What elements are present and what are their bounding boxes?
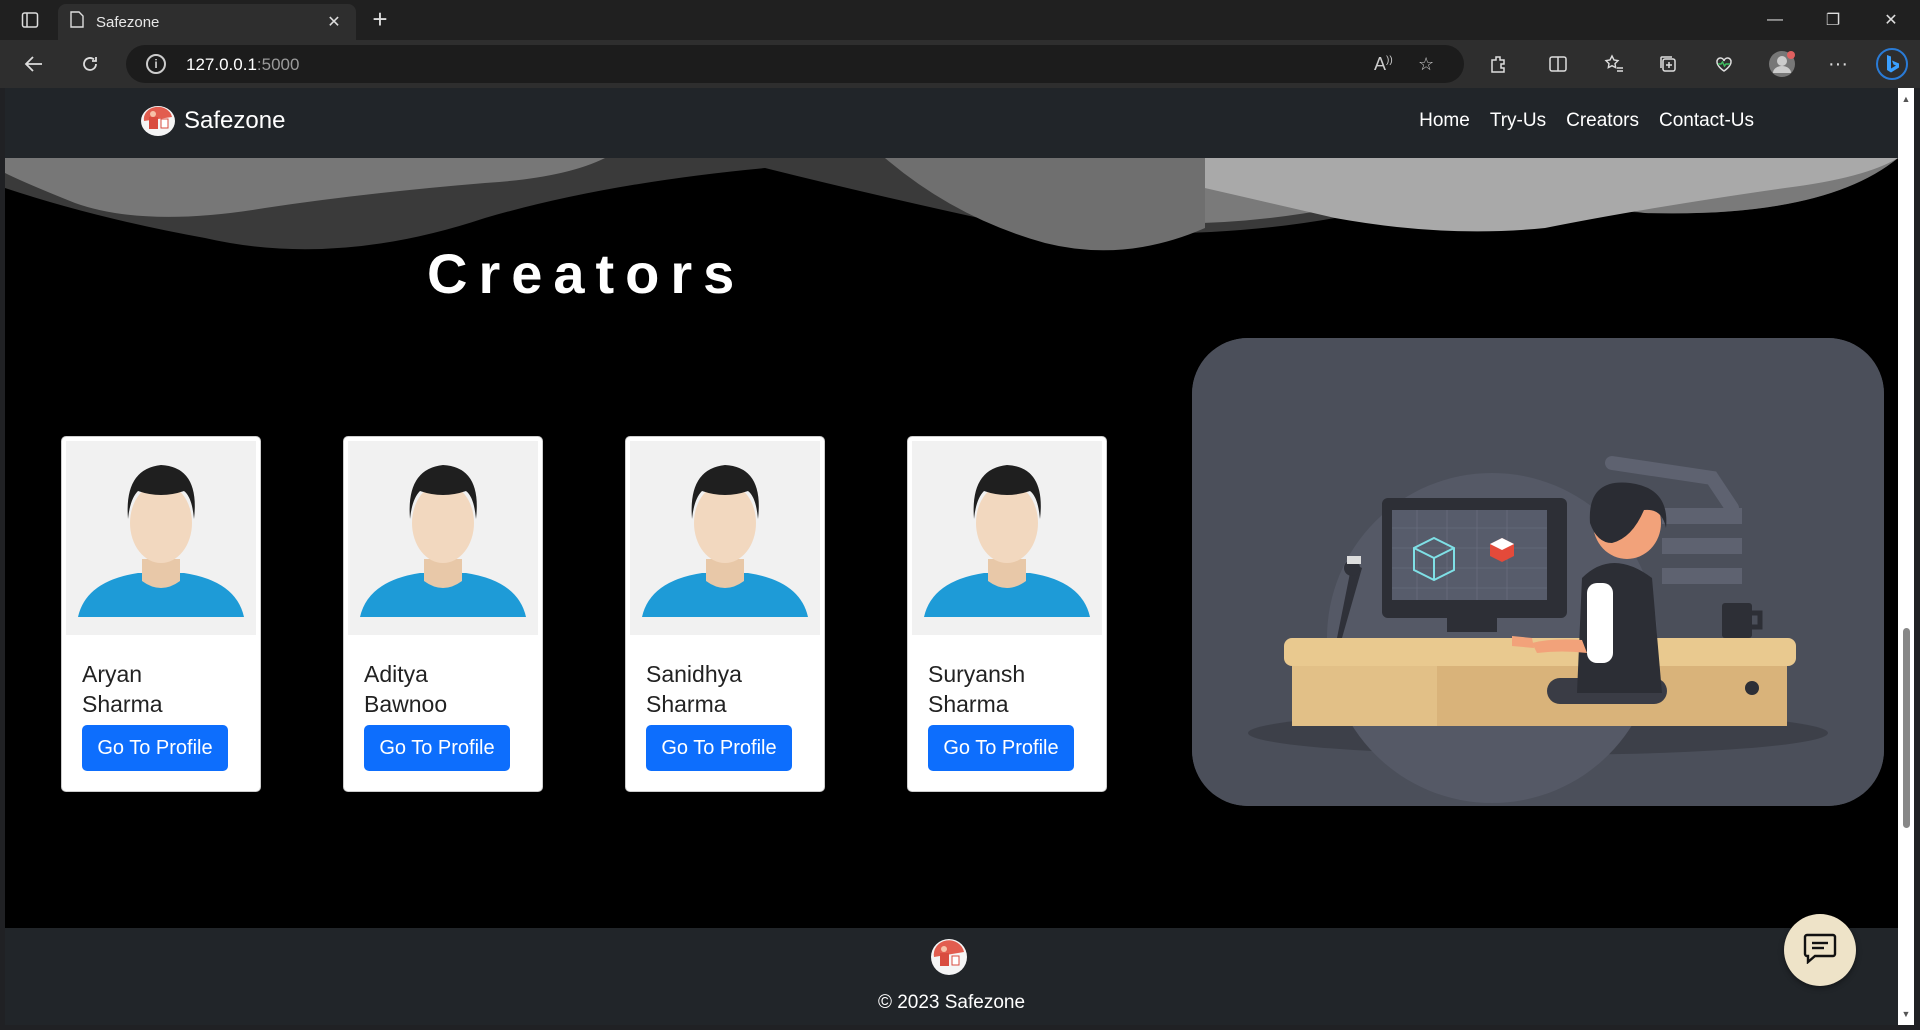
brand[interactable]: Safezone bbox=[140, 105, 285, 137]
close-window-button[interactable]: ✕ bbox=[1862, 0, 1920, 40]
creator-last-name: Sharma bbox=[646, 691, 727, 717]
collections-icon[interactable] bbox=[1652, 48, 1684, 80]
go-to-profile-button[interactable]: Go To Profile bbox=[82, 725, 228, 771]
nav-links: Home Try-Us Creators Contact-Us bbox=[1419, 110, 1754, 132]
creator-card: Aditya Bawnoo Go To Profile bbox=[343, 436, 543, 792]
favorites-icon[interactable] bbox=[1598, 48, 1630, 80]
creator-first-name: Aryan bbox=[82, 661, 143, 687]
brand-logo-icon bbox=[140, 105, 176, 137]
creator-card: Sanidhya Sharma Go To Profile bbox=[625, 436, 825, 792]
creator-last-name: Sharma bbox=[82, 691, 163, 717]
info-icon[interactable]: i bbox=[146, 54, 166, 74]
creator-first-name: Sanidhya bbox=[646, 661, 742, 687]
page-viewport: Safezone Home Try-Us Creators Contact-Us… bbox=[5, 88, 1898, 1025]
decorative-waves bbox=[5, 158, 1898, 251]
creator-first-name: Aditya bbox=[364, 661, 428, 687]
tab-title: Safezone bbox=[96, 13, 160, 31]
go-to-profile-button[interactable]: Go To Profile bbox=[364, 725, 510, 771]
star-icon[interactable]: ☆ bbox=[1418, 54, 1434, 75]
creator-card: Aryan Sharma Go To Profile bbox=[61, 436, 261, 792]
avatar bbox=[348, 441, 538, 635]
scroll-up-icon[interactable]: ▲ bbox=[1901, 94, 1911, 104]
creator-first-name: Suryansh bbox=[928, 661, 1026, 687]
close-icon[interactable]: ✕ bbox=[324, 12, 344, 32]
address-bar[interactable]: i 127.0.0.1:5000 A)) ☆ bbox=[126, 45, 1464, 83]
page-title: Creators bbox=[427, 242, 746, 305]
creator-name: Aditya Bawnoo bbox=[364, 659, 534, 719]
avatar bbox=[66, 441, 256, 635]
health-icon[interactable] bbox=[1708, 48, 1740, 80]
restore-button[interactable]: ❐ bbox=[1804, 0, 1862, 40]
creator-name: Aryan Sharma bbox=[82, 659, 252, 719]
creator-last-name: Sharma bbox=[928, 691, 1009, 717]
plus-icon[interactable]: + bbox=[366, 6, 394, 34]
developer-illustration bbox=[1192, 338, 1884, 806]
go-to-profile-button[interactable]: Go To Profile bbox=[646, 725, 792, 771]
refresh-icon[interactable] bbox=[74, 48, 106, 80]
avatar bbox=[912, 441, 1102, 635]
window-controls: — ❐ ✕ bbox=[1746, 0, 1920, 40]
brand-name: Safezone bbox=[184, 107, 286, 134]
footer-logo-icon bbox=[930, 938, 968, 976]
extensions-icon[interactable] bbox=[1482, 48, 1514, 80]
creator-card: Suryansh Sharma Go To Profile bbox=[907, 436, 1107, 792]
browser-toolbar: i 127.0.0.1:5000 A)) ☆ ··· bbox=[0, 40, 1920, 88]
url-host: 127.0.0.1 bbox=[186, 55, 257, 74]
scroll-thumb[interactable] bbox=[1903, 628, 1910, 828]
nav-link-home[interactable]: Home bbox=[1419, 110, 1470, 132]
avatar bbox=[630, 441, 820, 635]
bing-icon[interactable] bbox=[1876, 48, 1908, 80]
nav-link-creators[interactable]: Creators bbox=[1566, 110, 1639, 132]
split-icon[interactable] bbox=[1542, 48, 1574, 80]
more-icon[interactable]: ··· bbox=[1822, 48, 1854, 80]
site-navbar: Safezone Home Try-Us Creators Contact-Us bbox=[5, 88, 1898, 158]
creator-last-name: Bawnoo bbox=[364, 691, 448, 717]
page-scrollbar[interactable]: ▲ ▼ bbox=[1898, 88, 1914, 1025]
chat-icon bbox=[1803, 932, 1837, 969]
scroll-down-icon[interactable]: ▼ bbox=[1901, 1009, 1911, 1019]
sidebar-icon[interactable] bbox=[14, 8, 46, 32]
creator-name: Suryansh Sharma bbox=[928, 659, 1098, 719]
site-footer: © 2023 Safezone bbox=[5, 928, 1898, 1025]
url-text: 127.0.0.1:5000 bbox=[186, 55, 299, 75]
creator-name: Sanidhya Sharma bbox=[646, 659, 816, 719]
url-port: :5000 bbox=[256, 55, 300, 74]
read-aloud-icon[interactable]: A)) bbox=[1374, 54, 1393, 75]
browser-titlebar: Safezone ✕ + — ❐ ✕ bbox=[0, 0, 1920, 40]
back-icon[interactable] bbox=[18, 48, 50, 80]
nav-link-contact-us[interactable]: Contact-Us bbox=[1659, 110, 1754, 132]
chat-button[interactable] bbox=[1784, 914, 1856, 986]
profile-icon[interactable] bbox=[1766, 48, 1798, 80]
footer-copyright: © 2023 Safezone bbox=[877, 992, 1026, 1013]
browser-tab[interactable]: Safezone ✕ bbox=[58, 4, 356, 40]
go-to-profile-button[interactable]: Go To Profile bbox=[928, 725, 1074, 771]
minimize-button[interactable]: — bbox=[1746, 0, 1804, 40]
page-icon bbox=[70, 11, 84, 33]
nav-link-try-us[interactable]: Try-Us bbox=[1490, 110, 1546, 132]
